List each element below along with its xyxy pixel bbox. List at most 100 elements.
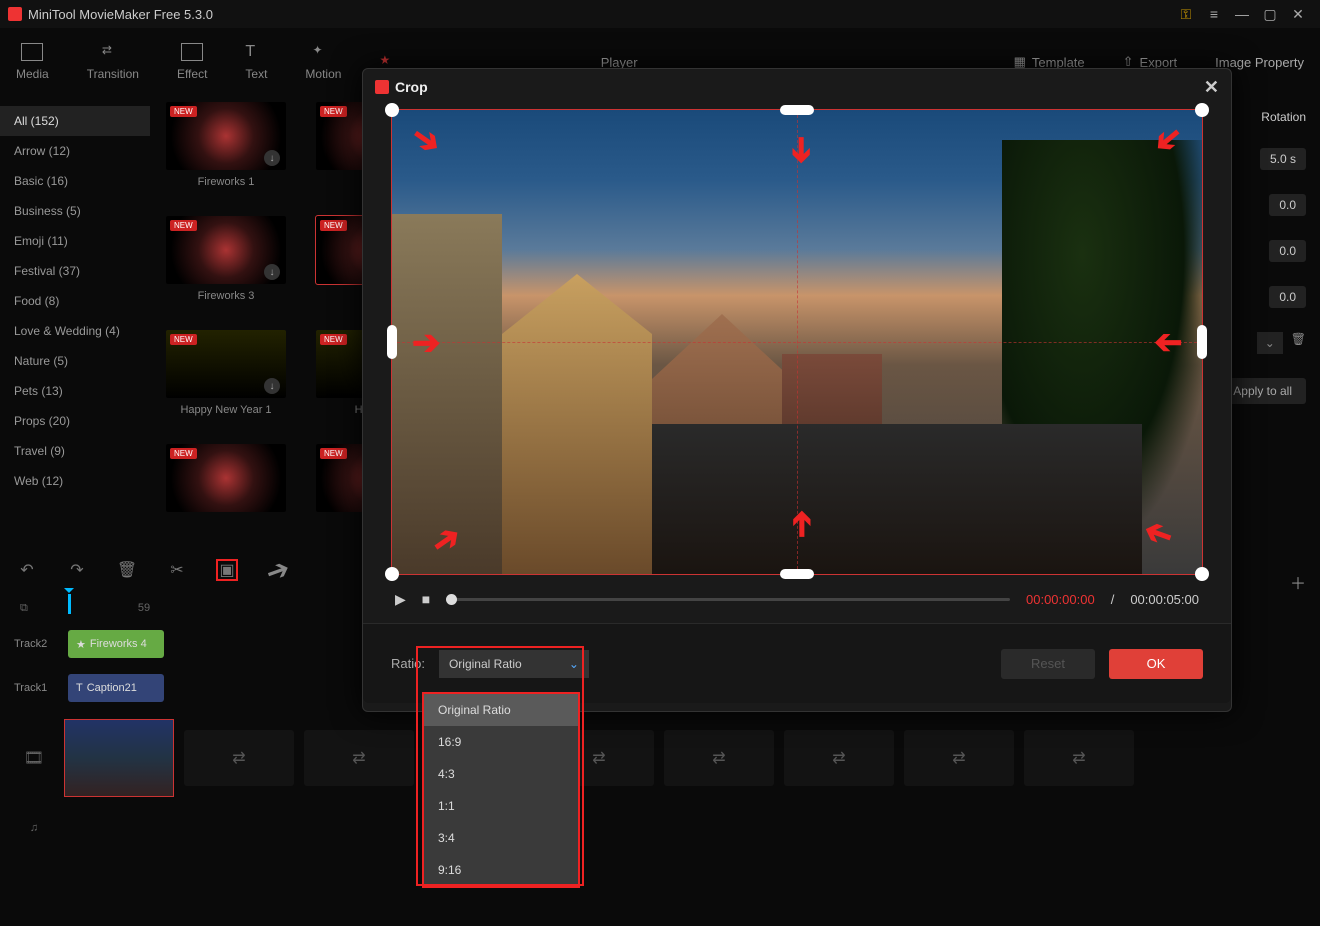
category-item[interactable]: Pets (13) <box>0 376 150 406</box>
duration-value[interactable]: 5.0 s <box>1260 148 1306 170</box>
undo-icon[interactable]: ↶ <box>16 559 38 581</box>
category-item[interactable]: Basic (16) <box>0 166 150 196</box>
dialog-titlebar: Crop ✕ <box>363 69 1231 105</box>
dialog-close-button[interactable]: ✕ <box>1204 77 1219 98</box>
toolbar-motion[interactable]: ✦Motion <box>305 43 341 81</box>
toolbar-text-label: Text <box>245 67 267 81</box>
dialog-title: Crop <box>395 79 428 95</box>
dialog-bottombar: Ratio: Original Ratio ⌄ Reset OK <box>363 623 1231 703</box>
toolbar-media-label: Media <box>16 67 49 81</box>
stop-button[interactable]: ■ <box>422 591 430 607</box>
fx-clip[interactable]: ★Fireworks 4 <box>68 630 164 658</box>
toolbar-media[interactable]: Media <box>16 43 49 81</box>
category-item[interactable]: Arrow (12) <box>0 136 150 166</box>
asset-thumb[interactable]: NEW ↓ Fireworks 1 <box>156 102 296 206</box>
maximize-button[interactable]: ▢ <box>1256 4 1284 24</box>
download-icon[interactable]: ↓ <box>264 150 280 166</box>
crop-handle-bl[interactable] <box>385 567 399 581</box>
category-item[interactable]: Food (8) <box>0 286 150 316</box>
ratio-option[interactable]: 4:3 <box>424 758 578 790</box>
seek-slider[interactable] <box>446 598 1010 601</box>
transition-slot[interactable]: ⇄ <box>1024 730 1134 786</box>
crop-handle-left[interactable] <box>387 325 397 359</box>
apply-all-button[interactable]: Apply to all <box>1219 378 1306 404</box>
ruler-tick: 59 <box>138 602 150 614</box>
cut-icon[interactable]: ✂ <box>166 559 188 581</box>
crop-dialog: Crop ✕ ➔ ➔ ➔ ➔ ➔ ➔ ➔ ➔ ▶ ■ 00:0 <box>362 68 1232 712</box>
ratio-option[interactable]: 1:1 <box>424 790 578 822</box>
add-marker-icon[interactable]: ⧉ <box>20 602 28 615</box>
ratio-option[interactable]: 9:16 <box>424 854 578 886</box>
minimize-button[interactable]: — <box>1228 4 1256 24</box>
chevron-down-icon[interactable]: ⌄ <box>1257 332 1283 354</box>
ok-button[interactable]: OK <box>1109 649 1203 679</box>
prop-value[interactable]: 0.0 <box>1269 240 1306 262</box>
transition-slot[interactable]: ⇄ <box>784 730 894 786</box>
category-list: All (152) Arrow (12) Basic (16) Business… <box>0 96 150 534</box>
prop-value[interactable]: 0.0 <box>1269 286 1306 308</box>
seek-knob[interactable] <box>446 594 457 605</box>
transition-slot[interactable]: ⇄ <box>184 730 294 786</box>
swap-icon: ⇄ <box>232 748 245 768</box>
toolbar-transition[interactable]: ⇄Transition <box>87 43 139 81</box>
new-badge: NEW <box>320 220 347 231</box>
toolbar-motion-label: Motion <box>305 67 341 81</box>
caption-clip[interactable]: TCaption21 <box>68 674 164 702</box>
prop-value[interactable]: 0.0 <box>1269 194 1306 216</box>
crop-handle-bottom[interactable] <box>780 569 814 579</box>
chevron-down-icon: ⌄ <box>569 657 579 671</box>
play-button[interactable]: ▶ <box>395 591 406 608</box>
image-property-tab[interactable]: Image Property <box>1215 55 1304 70</box>
text-icon: T <box>245 43 267 61</box>
add-track-icon[interactable]: ＋ <box>1290 570 1306 594</box>
category-item[interactable]: All (152) <box>0 106 150 136</box>
category-item[interactable]: Emoji (11) <box>0 226 150 256</box>
category-item[interactable]: Festival (37) <box>0 256 150 286</box>
ratio-option[interactable]: 16:9 <box>424 726 578 758</box>
transition-slot[interactable]: ⇄ <box>904 730 1014 786</box>
download-icon[interactable]: ↓ <box>264 378 280 394</box>
transition-slot[interactable]: ⇄ <box>664 730 774 786</box>
time-total: 00:00:05:00 <box>1130 592 1199 607</box>
crop-handle-tl[interactable] <box>385 103 399 117</box>
asset-thumb[interactable]: NEW↓Happy New Year 1 <box>156 330 296 434</box>
menu-icon[interactable]: ≡ <box>1200 4 1228 24</box>
crop-handle-tr[interactable] <box>1195 103 1209 117</box>
asset-thumb[interactable]: NEW <box>156 444 296 534</box>
ratio-label: Ratio: <box>391 656 425 671</box>
annotation-arrow-icon: ➔ <box>403 115 449 164</box>
crop-canvas[interactable]: ➔ ➔ ➔ ➔ ➔ ➔ ➔ ➔ <box>391 109 1203 575</box>
download-icon[interactable]: ↓ <box>264 264 280 280</box>
delete-icon[interactable]: 🗑 <box>1291 332 1306 354</box>
redo-icon[interactable]: ↷ <box>66 559 88 581</box>
thumb-label: Fireworks 1 <box>198 176 255 188</box>
category-item[interactable]: Love & Wedding (4) <box>0 316 150 346</box>
category-item[interactable]: Business (5) <box>0 196 150 226</box>
category-item[interactable]: Travel (9) <box>0 436 150 466</box>
video-clip[interactable] <box>64 719 174 797</box>
playhead[interactable] <box>68 594 71 614</box>
trash-icon[interactable]: 🗑 <box>116 559 138 581</box>
swap-icon: ⇄ <box>592 748 605 768</box>
annotation-arrow-icon: ➔ <box>781 510 821 539</box>
crop-handle-right[interactable] <box>1197 325 1207 359</box>
transition-slot[interactable]: ⇄ <box>304 730 414 786</box>
unlock-icon[interactable]: ⚿ <box>1172 4 1200 24</box>
reset-button[interactable]: Reset <box>1001 649 1095 679</box>
audio-track: ♫ <box>0 806 1320 850</box>
category-item[interactable]: Web (12) <box>0 466 150 496</box>
new-badge: NEW <box>170 106 197 117</box>
category-item[interactable]: Props (20) <box>0 406 150 436</box>
category-item[interactable]: Nature (5) <box>0 346 150 376</box>
ratio-select[interactable]: Original Ratio ⌄ <box>439 650 589 678</box>
crop-handle-br[interactable] <box>1195 567 1209 581</box>
asset-thumb[interactable]: NEW↓Fireworks 3 <box>156 216 296 320</box>
dialog-player: ▶ ■ 00:00:00:00 / 00:00:05:00 <box>363 575 1231 623</box>
ratio-option[interactable]: Original Ratio <box>424 694 578 726</box>
toolbar-text[interactable]: T Text <box>245 43 267 81</box>
crop-handle-top[interactable] <box>780 105 814 115</box>
close-window-button[interactable]: ✕ <box>1284 4 1312 24</box>
toolbar-effect[interactable]: Effect <box>177 43 207 81</box>
crop-button[interactable]: ▣ <box>216 559 238 581</box>
ratio-option[interactable]: 3:4 <box>424 822 578 854</box>
